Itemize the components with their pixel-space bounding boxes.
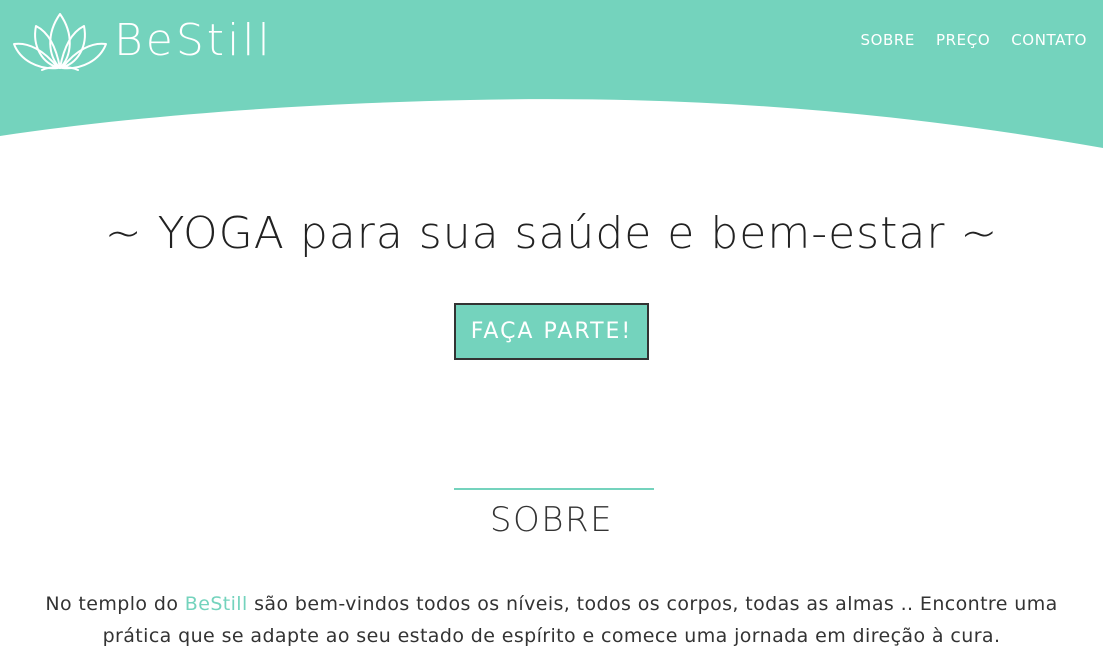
join-button[interactable]: FAÇA PARTE! bbox=[454, 303, 649, 360]
nav-item-sobre[interactable]: SOBRE bbox=[860, 31, 915, 49]
nav-item-contato[interactable]: CONTATO bbox=[1011, 31, 1087, 49]
about-paragraph: No templo do BeStill são bem-vindos todo… bbox=[20, 588, 1083, 652]
about-text-prefix: No templo do bbox=[45, 593, 185, 615]
about-section-title: SOBRE bbox=[489, 500, 614, 540]
about-brand-name: BeStill bbox=[184, 593, 248, 615]
site-header: BeStill SOBRE PREÇO CONTATO bbox=[0, 0, 1103, 150]
section-divider bbox=[454, 488, 654, 490]
nav-item-preco[interactable]: PREÇO bbox=[936, 31, 990, 49]
main-nav: SOBRE PREÇO CONTATO bbox=[860, 31, 1087, 49]
logo[interactable]: BeStill bbox=[12, 8, 273, 74]
logo-text: BeStill bbox=[114, 15, 273, 66]
lotus-icon bbox=[13, 13, 107, 71]
hero-title: ~ YOGA para sua saúde e bem-estar ~ bbox=[104, 208, 999, 259]
